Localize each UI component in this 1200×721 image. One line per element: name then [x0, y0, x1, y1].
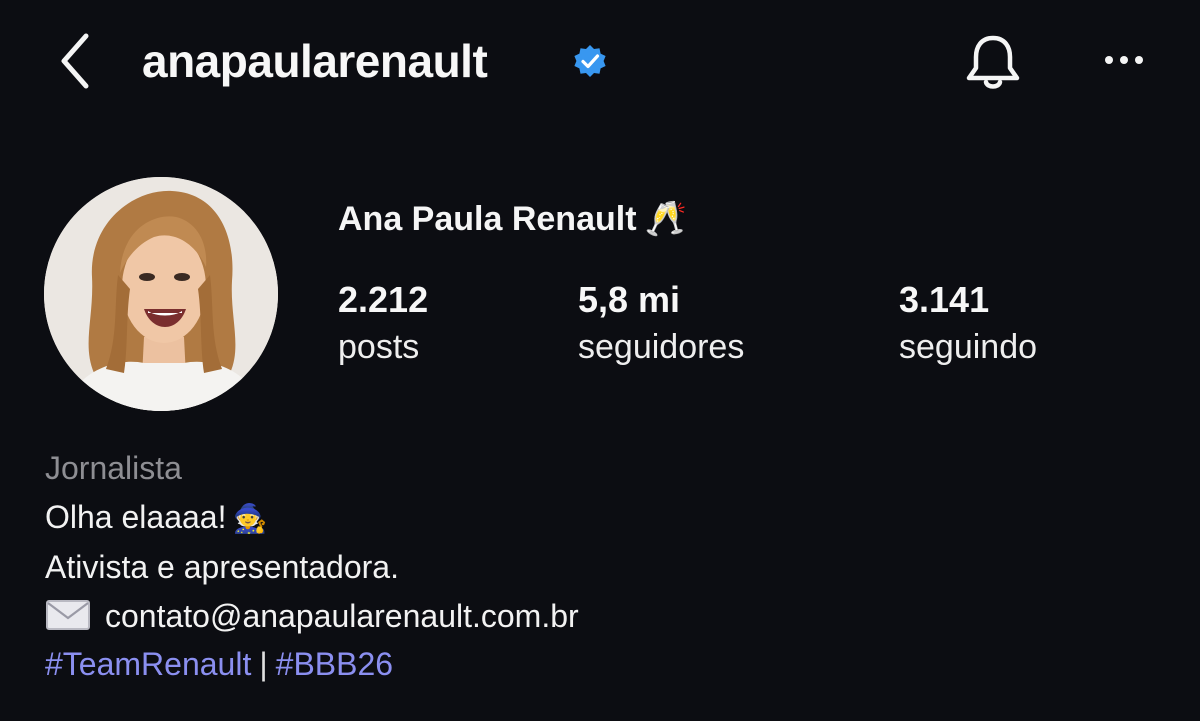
posts-count-label: posts: [338, 328, 420, 366]
more-horizontal-icon: [1105, 56, 1143, 64]
bio-line-2: Ativista e apresentadora.: [45, 549, 399, 585]
followers-count-value: 5,8 mi: [578, 279, 681, 320]
profile-header: anapaularenault: [0, 0, 1200, 125]
bio-email[interactable]: contato@anapaularenault.com.br: [105, 598, 579, 634]
bio-hashtags: #TeamRenault | #BBB26: [45, 640, 579, 689]
back-chevron-icon: [61, 33, 89, 89]
followers-count[interactable]: 5,8 mi seguidores: [578, 276, 744, 370]
following-count[interactable]: 3.141 seguindo: [899, 276, 1037, 370]
following-count-label: seguindo: [899, 328, 1038, 366]
display-name-text: Ana Paula Renault: [338, 200, 637, 238]
posts-count-value: 2.212: [338, 279, 429, 320]
followers-count-label: seguidores: [578, 328, 745, 366]
bio-line-1-text: Olha elaaaa!: [45, 498, 227, 535]
following-count-value: 3.141: [899, 279, 990, 320]
more-options-button[interactable]: [1096, 44, 1152, 76]
profile-avatar[interactable]: [44, 177, 278, 411]
hashtag-separator: |: [259, 646, 268, 682]
profile-photo: [44, 177, 278, 411]
bell-icon: [966, 35, 1020, 89]
hashtag-bbb26[interactable]: #BBB26: [276, 646, 393, 682]
bio-line-1: Olha elaaaa! 🧙: [45, 493, 579, 544]
hashtag-teamrenault[interactable]: #TeamRenault: [45, 646, 251, 682]
back-button[interactable]: [52, 28, 102, 94]
profile-display-name: Ana Paula Renault 🥂: [338, 198, 687, 240]
profile-username: anapaularenault: [142, 35, 488, 87]
profile-bio: Jornalista Olha elaaaa! 🧙 Ativista e apre…: [45, 444, 579, 689]
mage-emoji-icon: 🧙: [232, 501, 268, 535]
bio-category: Jornalista: [45, 450, 182, 486]
envelope-icon: [46, 599, 90, 630]
notifications-button[interactable]: [962, 30, 1024, 94]
champagne-emoji-icon: 🥂: [644, 199, 687, 239]
verified-badge-icon: [574, 45, 606, 77]
bio-email-line: contato@anapaularenault.com.br: [45, 592, 579, 641]
posts-count[interactable]: 2.212 posts: [338, 276, 428, 370]
